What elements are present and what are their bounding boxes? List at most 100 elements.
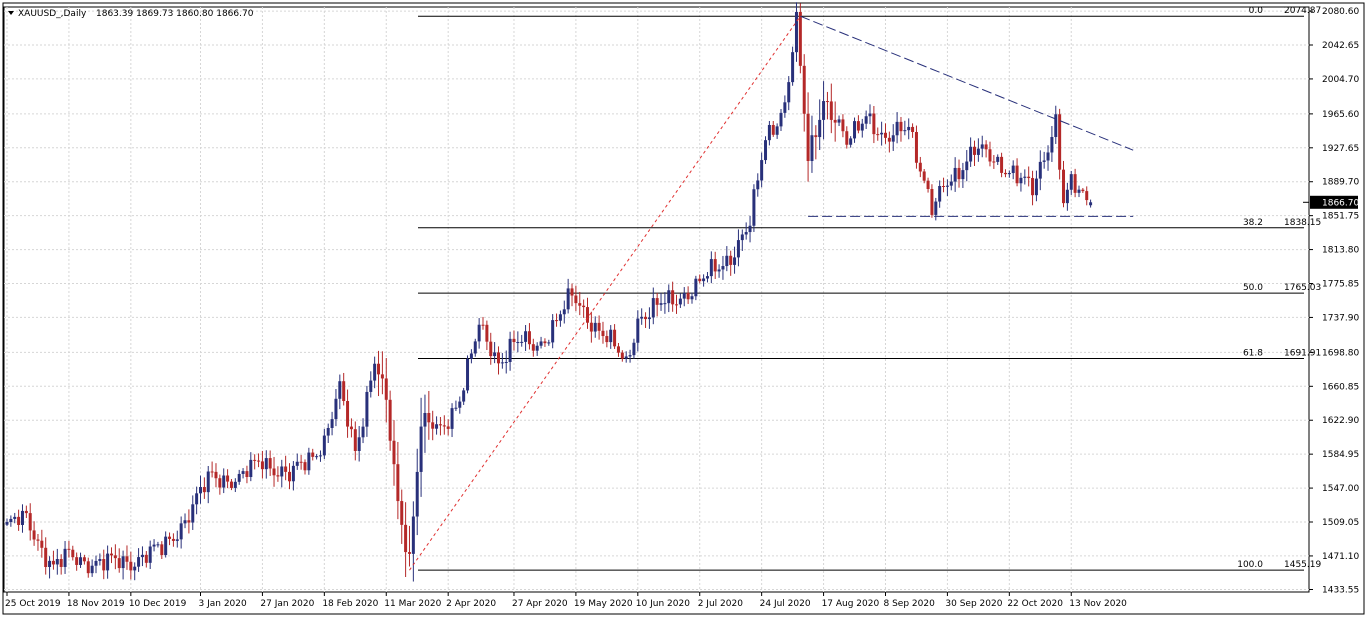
candle-body [63,548,67,567]
candle-body [814,135,818,138]
candle-body [388,399,392,441]
candle-body [659,303,663,305]
time-tick-label: 19 May 2020 [574,599,633,609]
candle-body [980,144,984,149]
candle-body [28,513,32,531]
candle-body [489,341,493,357]
candle-body [477,324,481,342]
candle-body [825,101,829,103]
candle-body [609,329,613,343]
candle-body [280,466,284,477]
candle-body [109,553,113,556]
candle-body [1042,160,1046,162]
candle-body [233,481,237,488]
candle-body [373,363,377,381]
time-tick-label: 18 Nov 2019 [67,599,125,609]
candle-body [926,180,930,190]
candle-body [24,510,28,514]
candle-body [613,329,617,347]
chart-window[interactable]: 0.0 2074.87 38.2 1838.15 50.0 1765.03 61.8 1691… [0,0,1367,617]
candle-body [51,560,55,565]
candle-body [59,559,63,567]
fib-level-price: 1838.15 [1284,218,1321,228]
candle-body [291,465,295,482]
candle-body [450,408,454,429]
candle-body [841,119,845,132]
candle-body [288,471,292,482]
price-tick-label: 1889.70 [1322,178,1359,188]
candle-body [655,298,659,305]
candle-body [226,475,230,482]
price-chart[interactable]: 0.0 2074.87 38.2 1838.15 50.0 1765.03 61.8 1691… [0,0,1367,617]
candle-body [543,341,547,344]
candle-body [214,471,218,479]
time-tick-label: 17 Aug 2020 [822,599,880,609]
candle-body [462,390,466,402]
fib-level-price: 1765.03 [1284,283,1321,293]
candle-body [82,557,86,562]
candle-body [90,565,94,574]
candle-body [334,398,338,420]
candle-body [322,435,326,456]
candle-body [380,374,384,379]
candle-body [930,189,934,215]
candle-body [957,167,961,180]
candle-body [493,352,497,357]
candle-body [9,518,13,523]
candle-body [454,407,458,409]
candle-body [965,161,969,171]
candle-body [756,180,760,190]
candle-body [864,116,868,124]
candle-body [868,113,872,117]
candle-body [1015,165,1019,184]
candle-body [586,307,589,323]
candle-body [570,288,574,296]
candle-body [636,318,640,343]
price-tick-label: 1660.85 [1322,382,1359,392]
candle-body [396,464,400,502]
candle-body [330,419,334,428]
price-tick-label: 1737.90 [1322,313,1359,323]
candle-body [222,475,226,488]
candle-body [346,401,350,427]
symbol-label: XAUUSD_,Daily [18,9,87,19]
candle-body [276,475,280,477]
candle-body [891,135,895,142]
candle-body [264,458,268,470]
candle-body [845,131,849,145]
candle-body [86,561,90,574]
candle-body [148,546,152,563]
candle-body [415,471,419,517]
candle-body [806,113,810,162]
candle-body [973,146,976,155]
candle-body [326,427,330,436]
candle-body [883,132,887,138]
candle-body [435,424,439,429]
candle-body [1034,178,1038,196]
candle-body [67,548,71,550]
candle-body [446,426,450,429]
candle-body [574,295,578,304]
candle-body [914,132,918,163]
candle-body [721,266,725,270]
price-tick-label: 1698.80 [1322,348,1359,358]
candle-body [527,331,531,345]
candle-body [802,65,806,114]
candle-body [520,341,524,343]
price-tick-label: 1622.90 [1322,416,1359,426]
candle-body [682,292,686,299]
candle-body [632,342,636,356]
candle-body [36,539,40,541]
candle-body [887,137,891,142]
candle-body [384,378,388,400]
candle-body [794,11,798,53]
candle-body [140,554,144,558]
ohlc-values: 1863.39 1869.73 1860.80 1866.70 [96,9,254,19]
candle-body [1062,169,1066,204]
candle-body [129,561,133,571]
candle-body [876,134,880,136]
candle-body [71,549,75,558]
candle-body [168,536,172,539]
time-tick-label: 10 Jun 2020 [636,599,690,609]
candle-body [423,412,427,427]
